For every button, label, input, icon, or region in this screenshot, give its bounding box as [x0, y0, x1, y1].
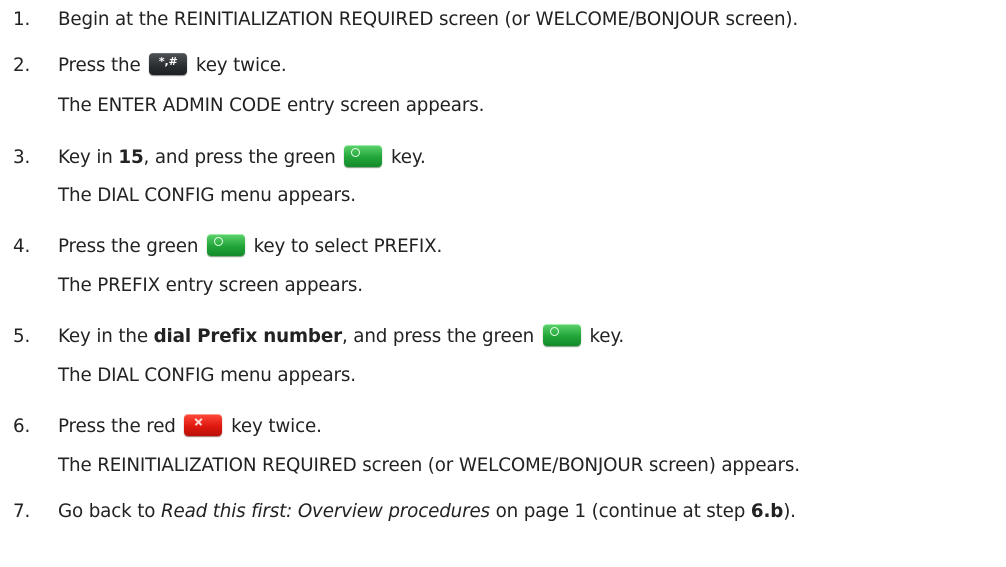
step-text: Press the red key twice.	[58, 410, 322, 444]
step-result: The PREFIX entry screen appears.	[58, 275, 363, 296]
step-text: Press the *,# key twice.	[58, 49, 287, 83]
step-number: 7.	[13, 501, 31, 522]
step-text: Begin at the REINITIALIZATION REQUIRED s…	[58, 9, 799, 30]
step-result: The REINITIALIZATION REQUIRED screen (or…	[58, 455, 800, 476]
step-text-part: Press the red	[58, 416, 176, 437]
step-text-part: Press the	[58, 55, 141, 76]
step-text-part: Go back to	[58, 501, 161, 522]
hash-key-label: *,#	[158, 55, 178, 68]
step-text-part: Press the green	[58, 236, 199, 257]
step-number: 2.	[13, 55, 31, 76]
step-text-part: on page 1 (continue at step	[489, 501, 751, 522]
step-text-part: Key in the	[58, 326, 154, 347]
step-text-part: Key in	[58, 147, 119, 168]
step-text-part: , and press the green	[341, 326, 535, 347]
green-ok-key-icon	[542, 324, 581, 346]
step-number: 1.	[13, 9, 31, 30]
step-text: Key in the dial Prefix number, and press…	[58, 320, 624, 354]
step-number: 5.	[13, 326, 31, 347]
step-text-bold: 15	[118, 147, 144, 168]
step-result: The DIAL CONFIG menu appears.	[58, 365, 356, 386]
cross-reference-link[interactable]: Read this first: Overview procedures	[161, 501, 490, 522]
step-text-bold: 6.b	[750, 501, 784, 522]
step-text-bold: dial Prefix number	[153, 326, 343, 347]
step-result: The ENTER ADMIN CODE entry screen appear…	[58, 95, 485, 116]
step-number: 4.	[13, 236, 31, 257]
step-number: 6.	[13, 416, 31, 437]
step-text-part: key twice.	[231, 416, 322, 437]
step-text-part: key twice.	[195, 55, 287, 76]
step-text: Go back to Read this first: Overview pro…	[58, 495, 796, 529]
step-text: Press the green key to select PREFIX.	[58, 230, 442, 264]
green-ok-key-icon	[344, 145, 383, 167]
step-number: 3.	[13, 147, 31, 168]
hash-key-icon: *,#	[149, 53, 188, 75]
red-cancel-key-icon	[184, 414, 223, 436]
step-text-part: key.	[589, 326, 625, 347]
step-text-part: , and press the green	[143, 147, 336, 168]
step-result: The DIAL CONFIG menu appears.	[58, 185, 356, 206]
step-text-part: ).	[783, 501, 796, 522]
step-text-part: key.	[391, 147, 426, 168]
procedure-document: 1. Begin at the REINITIALIZATION REQUIRE…	[0, 0, 1006, 567]
step-text-part: key to select PREFIX.	[253, 236, 443, 257]
green-ok-key-icon	[206, 234, 245, 256]
step-text: Key in 15, and press the green key.	[58, 141, 426, 175]
